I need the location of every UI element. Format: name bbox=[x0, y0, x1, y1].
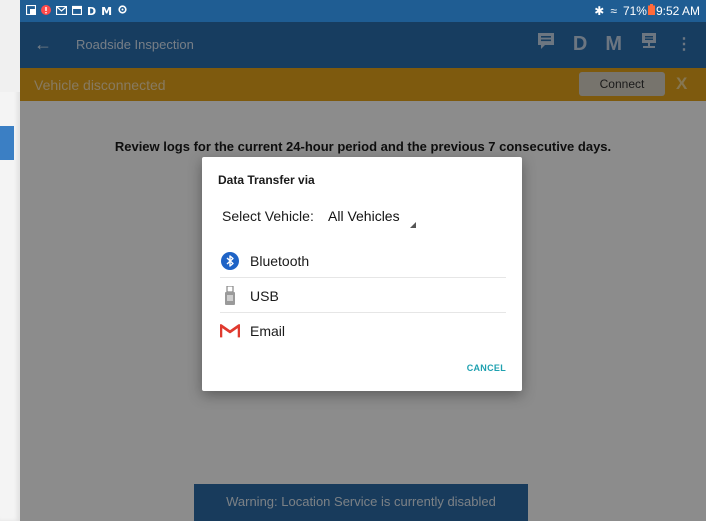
left-margin-tab bbox=[0, 126, 14, 160]
dropdown-caret-icon bbox=[410, 222, 416, 228]
bluetooth-icon bbox=[220, 250, 240, 272]
left-margin-top bbox=[0, 0, 20, 92]
dialog-title: Data Transfer via bbox=[218, 173, 315, 187]
settings-icon bbox=[117, 4, 128, 18]
cancel-button[interactable]: CANCEL bbox=[467, 363, 506, 373]
usb-icon bbox=[220, 285, 240, 307]
status-bar: D M ✱ ≈ 71% 9:52 AM bbox=[20, 0, 706, 22]
clock: 9:52 AM bbox=[655, 4, 700, 18]
alert-icon bbox=[41, 4, 51, 18]
transfer-option-email[interactable]: Email bbox=[220, 314, 506, 348]
battery-icon bbox=[647, 4, 655, 18]
m-icon: M bbox=[101, 4, 113, 18]
vehicle-select-value: All Vehicles bbox=[328, 208, 400, 224]
transfer-option-usb[interactable]: USB bbox=[220, 279, 506, 313]
select-vehicle-label: Select Vehicle: bbox=[222, 208, 314, 224]
data-transfer-dialog: Data Transfer via Select Vehicle: All Ve… bbox=[202, 157, 522, 391]
calendar-icon bbox=[71, 5, 83, 18]
option-label: Bluetooth bbox=[250, 252, 310, 269]
bluetooth-status-icon: ✱ bbox=[594, 4, 605, 18]
transfer-option-bluetooth[interactable]: Bluetooth bbox=[220, 244, 506, 278]
d-icon: D bbox=[87, 4, 97, 18]
option-label: Email bbox=[250, 323, 286, 339]
left-margin bbox=[0, 0, 20, 521]
device-screen: D M ✱ ≈ 71% 9:52 AM ← Roadside Inspectio… bbox=[20, 0, 706, 521]
mail-icon bbox=[55, 5, 68, 18]
screen: D M ✱ ≈ 71% 9:52 AM ← Roadside Inspectio… bbox=[0, 0, 706, 521]
gmail-icon bbox=[220, 320, 240, 342]
wifi-icon: ≈ bbox=[610, 4, 617, 18]
battery-level: 71% bbox=[622, 4, 647, 18]
vehicle-select[interactable]: All Vehicles bbox=[326, 204, 418, 230]
status-notifications: D M bbox=[25, 4, 128, 18]
status-system: ✱ ≈ 71% 9:52 AM bbox=[594, 4, 700, 18]
option-label: USB bbox=[250, 287, 279, 304]
image-icon bbox=[25, 4, 37, 18]
